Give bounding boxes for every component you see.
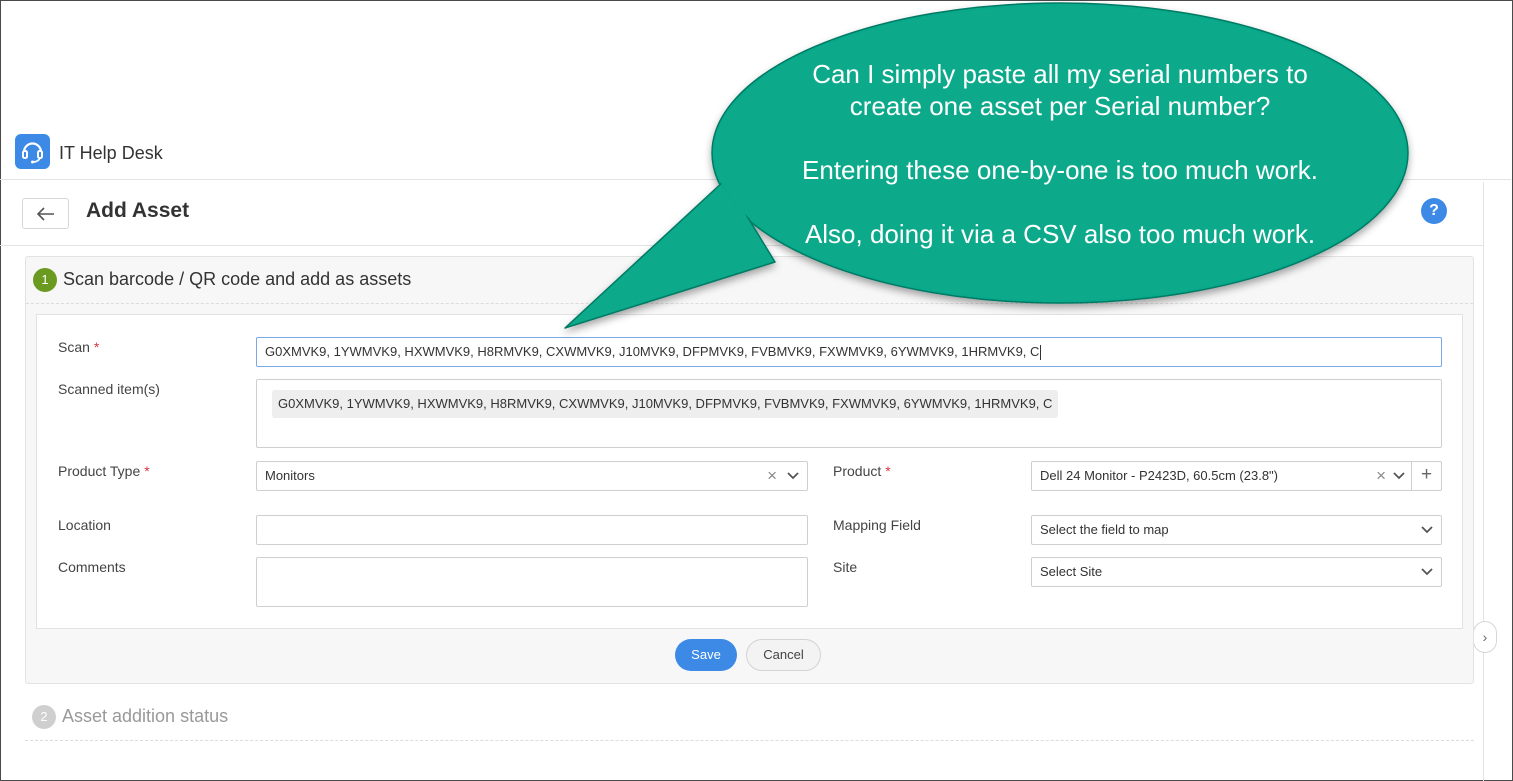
callout-line: Entering these one-by-one is too much wo…	[802, 155, 1318, 185]
callout-line: Can I simply paste all my serial numbers…	[812, 59, 1308, 89]
callout-line	[735, 186, 1385, 218]
callout-line	[735, 122, 1385, 154]
callout-text: Can I simply paste all my serial numbers…	[735, 58, 1385, 250]
callout-line: create one asset per Serial number?	[849, 91, 1271, 121]
callout-line: Also, doing it via a CSV also too much w…	[804, 219, 1316, 249]
